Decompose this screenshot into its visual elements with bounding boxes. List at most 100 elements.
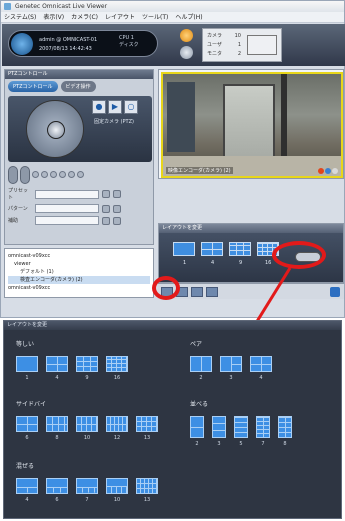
layout-option-label: 5 bbox=[239, 441, 243, 447]
group-labels: 2 3 4 bbox=[190, 375, 272, 381]
ptz-buttons-row bbox=[8, 166, 152, 184]
layout-option-icon[interactable] bbox=[190, 416, 204, 438]
layout-option-icon[interactable] bbox=[190, 356, 212, 372]
aux-field[interactable] bbox=[35, 216, 99, 225]
video-content bbox=[281, 74, 287, 164]
tab-video-operation[interactable]: ビデオ操作 bbox=[60, 81, 96, 92]
pattern-label: パターン bbox=[8, 206, 28, 212]
panel-title: PTZコントロール bbox=[5, 70, 153, 79]
person-icon[interactable]: ● bbox=[92, 100, 106, 114]
edit-icon[interactable] bbox=[206, 286, 218, 297]
tree-item-selected[interactable]: 検査エンコーダ(カメラ) (2) bbox=[8, 276, 150, 284]
tab-ptz-control[interactable]: PTZコントロール bbox=[8, 81, 58, 92]
playback-icon[interactable] bbox=[191, 286, 203, 297]
joystick-knob[interactable] bbox=[47, 121, 65, 139]
layout-option-label: 2 bbox=[195, 441, 199, 447]
layout-option-icon[interactable] bbox=[256, 416, 270, 438]
layout-1-icon[interactable] bbox=[173, 242, 195, 256]
layout-9-icon[interactable] bbox=[229, 242, 251, 256]
layout-option-label: 8 bbox=[283, 441, 287, 447]
close-icon[interactable] bbox=[332, 168, 338, 174]
layout-option-icon[interactable] bbox=[234, 416, 248, 438]
pattern-field[interactable] bbox=[35, 204, 99, 213]
camera-label: 固定カメラ (PTZ) bbox=[94, 119, 134, 125]
group-icons bbox=[16, 478, 158, 494]
layout-option-icon[interactable] bbox=[76, 416, 98, 432]
video-tile[interactable]: 映像エンコーダ(カメラ) (2) bbox=[161, 72, 343, 178]
layout-option-icon[interactable] bbox=[16, 356, 38, 372]
layout-option-icon[interactable] bbox=[106, 416, 128, 432]
app-icon bbox=[4, 3, 11, 10]
refresh-button[interactable] bbox=[180, 46, 193, 59]
preset-dot[interactable] bbox=[59, 171, 66, 178]
layout-option-icon[interactable] bbox=[250, 356, 272, 372]
layout-option-icon[interactable] bbox=[136, 416, 158, 432]
layout-4-icon[interactable] bbox=[201, 242, 223, 256]
layout-group-equal: 等しい 1 4 9 16 bbox=[16, 339, 128, 381]
zoom-slider[interactable] bbox=[8, 166, 18, 184]
tree-item[interactable]: デフォルト (1) bbox=[8, 268, 150, 276]
info-icon[interactable] bbox=[325, 168, 331, 174]
menu-layout[interactable]: レイアウト bbox=[105, 12, 135, 22]
layout-option-icon[interactable] bbox=[46, 356, 68, 372]
layout-option-label: 6 bbox=[25, 435, 29, 441]
layout-option-icon[interactable] bbox=[76, 478, 98, 494]
alarm-button[interactable] bbox=[180, 29, 193, 42]
aux-off-button[interactable] bbox=[113, 216, 121, 225]
camera-tree: omnicast-v09xcc viewer デフォルト (1) 検査エンコーダ… bbox=[4, 248, 154, 298]
preset-field[interactable] bbox=[35, 189, 99, 199]
menu-bar: システム(S) 表示(V) カメラ(C) レイアウト ツール(T) ヘルプ(H) bbox=[1, 12, 344, 23]
layout-option-icon[interactable] bbox=[278, 416, 292, 438]
layout-option-icon[interactable] bbox=[106, 356, 128, 372]
preset-dot[interactable] bbox=[68, 171, 75, 178]
magnify-icon[interactable]: ○ bbox=[124, 100, 138, 114]
preset-dot[interactable] bbox=[32, 171, 39, 178]
group-name: 並べる bbox=[190, 401, 209, 408]
status-header: admin @ OMNICAST-01 2007/08/13 14:42:43 … bbox=[2, 24, 345, 66]
pattern-run-button[interactable] bbox=[102, 204, 110, 213]
stat-value: 1 bbox=[237, 42, 241, 48]
layout-option-icon[interactable] bbox=[16, 478, 38, 494]
window-title: Genetec Omnicast Live Viewer bbox=[15, 3, 108, 10]
pattern-record-button[interactable] bbox=[113, 204, 121, 213]
layout-option-icon[interactable] bbox=[16, 416, 38, 432]
tree-item[interactable]: omnicast-v09xcc bbox=[8, 252, 150, 260]
layout-option-icon[interactable] bbox=[136, 478, 158, 494]
aux-row: 補助 bbox=[8, 216, 152, 225]
stat-value: 2 bbox=[237, 51, 241, 57]
preset-save-button[interactable] bbox=[113, 190, 121, 198]
highlight-circle bbox=[152, 276, 180, 300]
layout-number: 1 bbox=[183, 260, 187, 266]
layout-option-icon[interactable] bbox=[106, 478, 128, 494]
menu-help[interactable]: ヘルプ(H) bbox=[175, 12, 202, 22]
layout-option-label: 13 bbox=[143, 435, 151, 441]
group-icons bbox=[190, 416, 292, 438]
menu-view[interactable]: 表示(V) bbox=[43, 12, 64, 22]
aux-on-button[interactable] bbox=[102, 216, 110, 225]
layout-option-label: 7 bbox=[85, 497, 89, 503]
group-labels: 1 4 9 16 bbox=[16, 375, 128, 381]
layout-option-icon[interactable] bbox=[220, 356, 242, 372]
layout-option-icon[interactable] bbox=[212, 416, 226, 438]
preset-go-button[interactable] bbox=[102, 190, 110, 198]
preset-label: プリセット bbox=[8, 188, 29, 201]
ptz-joystick[interactable] bbox=[26, 100, 84, 158]
preset-dot[interactable] bbox=[50, 171, 57, 178]
menu-system[interactable]: システム(S) bbox=[4, 12, 36, 22]
record-icon[interactable] bbox=[318, 168, 324, 174]
flag-icon[interactable]: ▶ bbox=[108, 100, 122, 114]
layout-option-icon[interactable] bbox=[76, 356, 98, 372]
layout-option-icon[interactable] bbox=[46, 478, 68, 494]
group-name: サイドバイ bbox=[16, 401, 47, 408]
layout-option-icon[interactable] bbox=[46, 416, 68, 432]
menu-camera[interactable]: カメラ(C) bbox=[71, 12, 98, 22]
focus-slider[interactable] bbox=[20, 166, 30, 184]
preset-dot[interactable] bbox=[41, 171, 48, 178]
menu-tools[interactable]: ツール(T) bbox=[142, 12, 168, 22]
ptz-panel: PTZコントロール PTZコントロール ビデオ操作 ● ▶ ○ 固定カメラ (P… bbox=[4, 69, 154, 245]
tree-item[interactable]: omnicast-v09xcc bbox=[8, 284, 150, 292]
layout-group-mixed: 混ぜる 4 6 7 10 13 bbox=[16, 461, 158, 503]
preset-dot[interactable] bbox=[77, 171, 84, 178]
group-icons bbox=[16, 356, 128, 372]
tree-item[interactable]: viewer bbox=[8, 260, 150, 268]
